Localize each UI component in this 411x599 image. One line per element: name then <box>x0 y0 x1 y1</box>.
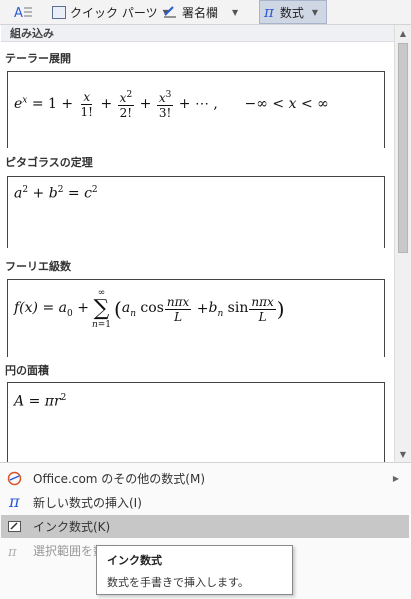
equation-label-fourier: フーリエ級数 <box>5 260 71 273</box>
ink-equation-label: インク数式(K) <box>33 520 111 534</box>
scroll-thumb[interactable] <box>398 43 408 253</box>
new-equation-label: 新しい数式の挿入(I) <box>33 496 142 510</box>
equation-label-pythagoras: ピタゴラスの定理 <box>5 156 93 169</box>
menu-item-ink-equation[interactable]: インク数式(K) <box>1 515 409 538</box>
equation-item-pythagoras[interactable]: a2 + b2 = c2 <box>7 176 385 248</box>
text-box-button[interactable]: A <box>10 0 36 24</box>
circle-area-formula: A = πr2 <box>14 393 67 410</box>
ink-equation-icon <box>8 521 21 532</box>
equation-item-fourier[interactable]: f(x) = a0 + ∞ ∑ n=1 ( an cos nπx L + bn s… <box>7 279 385 357</box>
more-equations-label: Office.com のその他の数式(M) <box>33 472 206 486</box>
chevron-down-icon: ▼ <box>311 7 319 17</box>
tooltip: インク数式 数式を手書きで挿入します。 <box>96 545 293 595</box>
equation-button[interactable]: π 数式 ▼ <box>259 0 327 24</box>
ribbon-toolbar: A クイック パーツ ▼ 署名欄 ▼ π 数式 ▼ <box>0 0 411 25</box>
quick-parts-button[interactable]: クイック パーツ ▼ <box>52 0 169 24</box>
tooltip-description: 数式を手書きで挿入します。 <box>107 576 249 589</box>
text-box-icon: A <box>14 6 32 21</box>
scroll-down-icon[interactable]: ▼ <box>395 446 411 462</box>
gallery-scrollbar[interactable]: ▲ ▼ <box>394 25 411 462</box>
office-online-icon <box>7 471 22 486</box>
section-header: 組み込み <box>1 25 394 42</box>
taylor-formula: ex = 1 + x 1! + x2 2! + x3 3! + ⋯ , −∞ < x … <box>14 89 329 121</box>
equation-item-circle[interactable]: A = πr2 <box>7 382 385 462</box>
signature-line-button[interactable]: 署名欄 ▼ <box>162 0 238 24</box>
pythagoras-formula: a2 + b2 = c2 <box>14 185 98 202</box>
equation-label: 数式 <box>279 5 304 20</box>
svg-text:π: π <box>7 545 17 558</box>
fourier-formula: f(x) = a0 + ∞ ∑ n=1 ( an cos nπx L + bn s… <box>14 288 285 330</box>
menu-item-new-equation[interactable]: π 新しい数式の挿入(I) <box>1 491 409 514</box>
signature-icon <box>164 6 176 18</box>
quick-parts-icon <box>52 5 66 19</box>
equation-label-circle: 円の面積 <box>5 364 49 377</box>
signature-label: 署名欄 <box>182 5 219 20</box>
equation-label-taylor: テーラー展開 <box>5 52 71 65</box>
tooltip-title: インク数式 <box>107 554 162 567</box>
equation-gallery: 組み込み テーラー展開 ex = 1 + x 1! + x2 2! + x3 3! +… <box>1 25 394 462</box>
pi-icon: π <box>264 3 274 21</box>
quick-parts-label: クイック パーツ <box>70 5 158 20</box>
equation-item-taylor[interactable]: ex = 1 + x 1! + x2 2! + x3 3! + ⋯ , −∞ < x … <box>7 71 385 148</box>
save-selection-icon: π <box>7 545 17 558</box>
menu-item-more-equations[interactable]: Office.com のその他の数式(M) ▶ <box>1 467 409 490</box>
svg-text:A: A <box>14 6 23 21</box>
pi-icon: π <box>9 492 20 511</box>
scroll-up-icon[interactable]: ▲ <box>395 25 411 41</box>
chevron-down-icon: ▼ <box>232 7 239 17</box>
submenu-arrow-icon: ▶ <box>392 474 399 483</box>
